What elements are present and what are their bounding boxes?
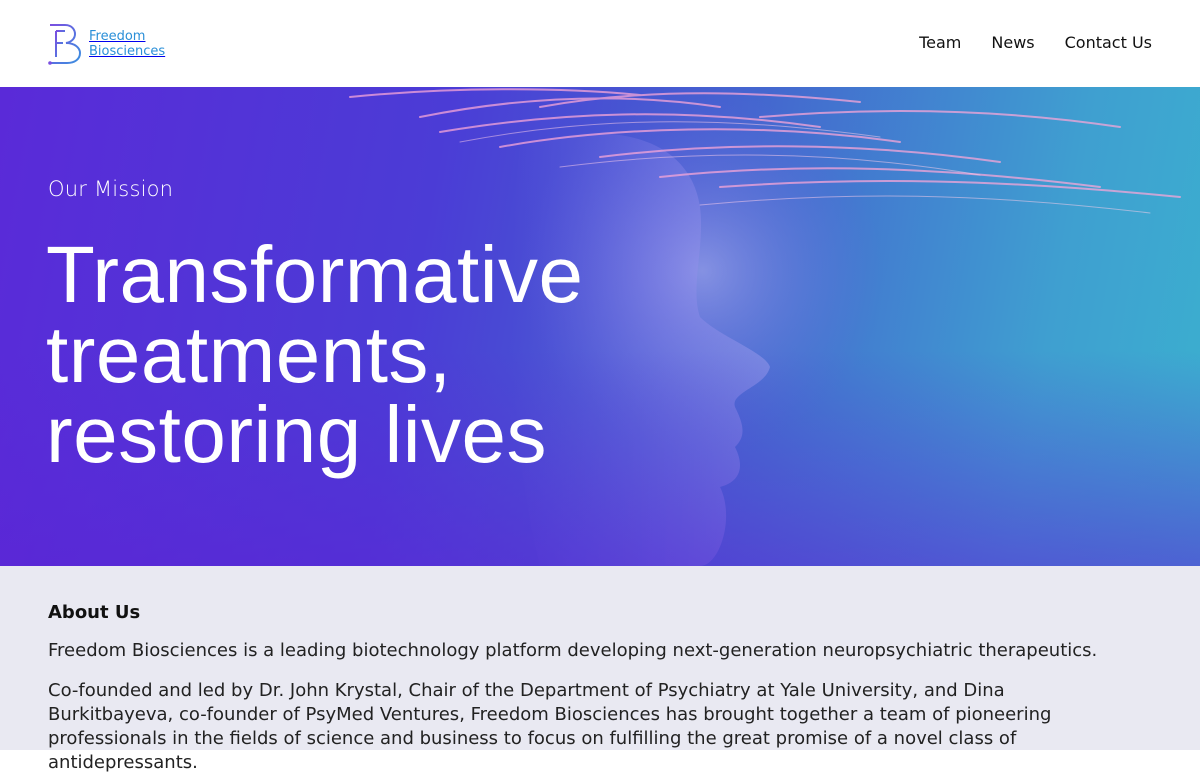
about-paragraph-2: Co-founded and led by Dr. John Krystal, … xyxy=(48,680,1052,773)
fb-monogram-logo-icon xyxy=(48,24,82,65)
logo-text: Freedom Biosciences xyxy=(89,29,165,59)
hero-headline: Transformative treatments, restoring liv… xyxy=(46,235,666,475)
about-paragraph-1: Freedom Biosciences is a leading biotech… xyxy=(48,640,1098,661)
main-nav: Team News Contact Us xyxy=(919,32,1152,54)
hero-headline-line3: restoring lives xyxy=(46,390,548,479)
logo-text-line1: Freedom xyxy=(89,29,146,44)
about-section: About Us Freedom Biosciences is a leadin… xyxy=(0,566,1200,773)
logo-text-line2: Biosciences xyxy=(89,44,166,59)
logo-link[interactable]: Freedom Biosciences xyxy=(47,22,165,66)
hero-headline-line2: treatments, xyxy=(46,310,452,399)
nav-contact-us-link[interactable]: Contact Us xyxy=(1065,32,1152,54)
site-header: Freedom Biosciences Team News Contact Us xyxy=(0,0,1200,87)
about-title: About Us xyxy=(48,602,141,623)
nav-team-link[interactable]: Team xyxy=(919,32,961,54)
hero-headline-line1: Transformative xyxy=(46,230,584,319)
hero-kicker: Our Mission xyxy=(48,177,174,201)
nav-news-link[interactable]: News xyxy=(991,32,1034,54)
hero-section: Our Mission Transformative treatments, r… xyxy=(0,87,1200,566)
